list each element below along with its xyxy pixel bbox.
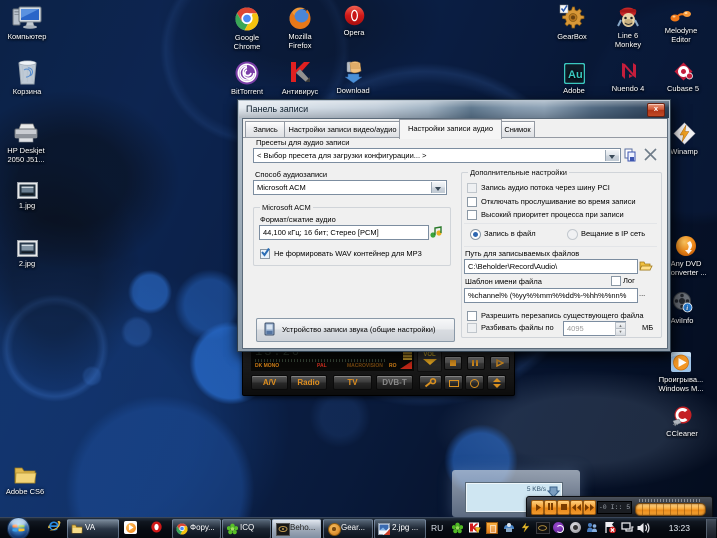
svg-text:Au: Au xyxy=(568,69,583,81)
svg-text:i: i xyxy=(686,305,688,312)
